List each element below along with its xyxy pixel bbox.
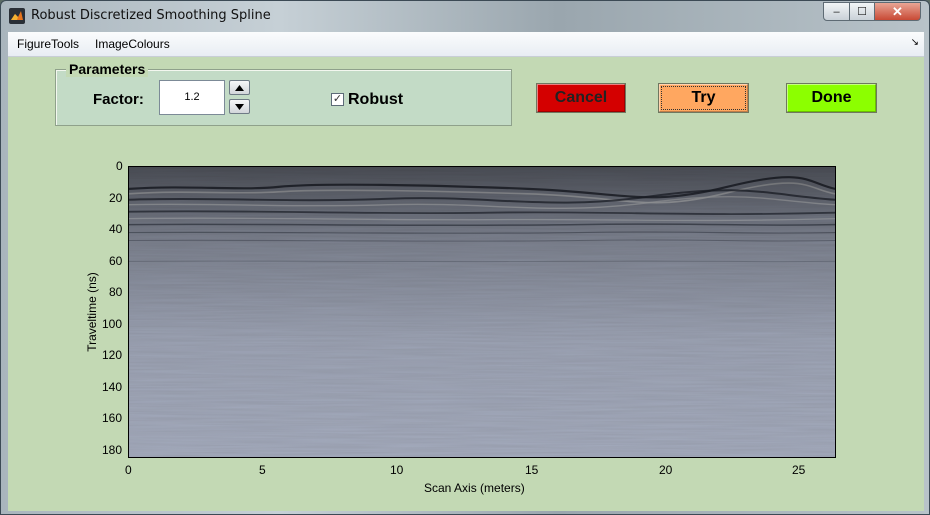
y-tick-label: 20 xyxy=(109,191,123,205)
factor-increment-button[interactable] xyxy=(229,80,250,95)
x-tick-label: 10 xyxy=(390,463,404,477)
y-tick-label: 40 xyxy=(109,222,123,236)
factor-decrement-button[interactable] xyxy=(229,99,250,114)
menu-figuretools[interactable]: FigureTools xyxy=(17,37,79,51)
x-tick-label: 15 xyxy=(525,463,539,477)
maximize-button[interactable]: ☐ xyxy=(849,2,875,21)
app-window: Robust Discretized Smoothing Spline – ☐ … xyxy=(0,0,930,515)
y-tick-label: 160 xyxy=(102,411,123,425)
dock-arrow-icon[interactable]: ↘ xyxy=(911,37,919,48)
title-bar[interactable]: Robust Discretized Smoothing Spline – ☐ … xyxy=(1,1,929,31)
window-title: Robust Discretized Smoothing Spline xyxy=(31,8,271,23)
factor-input[interactable]: 1.2 xyxy=(159,80,225,115)
y-tick-label: 140 xyxy=(102,380,123,394)
cancel-button[interactable]: Cancel xyxy=(536,83,626,113)
matlab-icon xyxy=(9,8,25,24)
close-button[interactable]: ✕ xyxy=(874,2,921,21)
y-tick-label: 180 xyxy=(102,443,123,457)
done-button[interactable]: Done xyxy=(786,83,877,113)
x-tick-label: 0 xyxy=(125,463,132,477)
y-tick-label: 80 xyxy=(109,285,123,299)
radargram-image xyxy=(128,166,836,458)
robust-label: Robust xyxy=(348,91,404,108)
arrow-down-icon xyxy=(235,103,244,110)
minimize-button[interactable]: – xyxy=(823,2,850,21)
try-button[interactable]: Try xyxy=(658,83,749,113)
menu-imagecolours[interactable]: ImageColours xyxy=(95,37,170,51)
y-tick-label: 60 xyxy=(109,254,123,268)
x-tick-label: 20 xyxy=(659,463,673,477)
minimize-icon: – xyxy=(833,5,840,18)
parameters-panel: Parameters Factor: 1.2 ✓ Robust xyxy=(55,61,512,126)
arrow-up-icon xyxy=(235,84,244,91)
parameters-title: Parameters xyxy=(66,61,149,77)
y-tick-label: 100 xyxy=(102,317,123,331)
x-tick-label: 25 xyxy=(792,463,806,477)
x-tick-label: 5 xyxy=(259,463,266,477)
factor-label: Factor: xyxy=(93,91,144,108)
y-tick-label: 0 xyxy=(116,159,123,173)
close-icon: ✕ xyxy=(892,3,903,19)
maximize-icon: ☐ xyxy=(857,6,867,18)
x-axis-label: Scan Axis (meters) xyxy=(424,481,525,495)
robust-checkbox[interactable]: ✓ xyxy=(331,93,344,106)
menu-bar: FigureTools ImageColours ↘ xyxy=(8,32,924,57)
y-axis-label: Traveltime (ns) xyxy=(85,272,99,352)
y-tick-label: 120 xyxy=(102,348,123,362)
